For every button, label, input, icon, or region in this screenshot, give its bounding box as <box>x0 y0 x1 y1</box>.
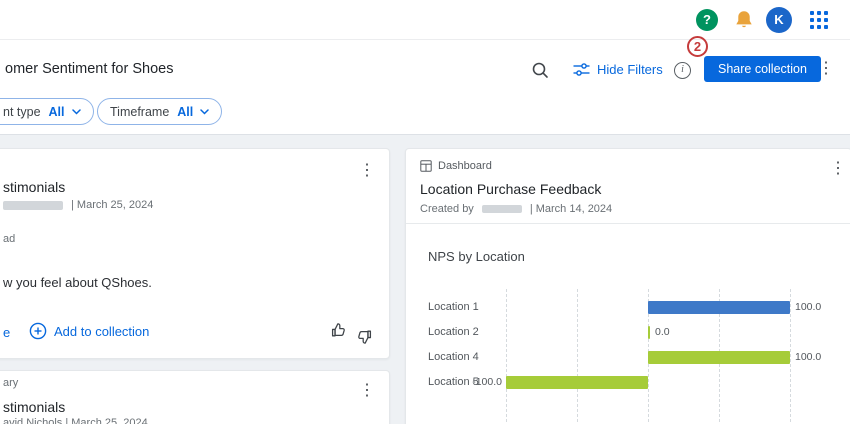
app-window: ? K omer Sentiment for Shoes Hide Filter… <box>0 0 850 424</box>
chart-value-label: 0.0 <box>655 320 670 345</box>
chart-bar <box>506 376 648 389</box>
redacted-author <box>3 201 63 210</box>
chart-gridline <box>790 289 791 424</box>
share-collection-button[interactable]: Share collection <box>704 56 821 82</box>
card-menu-icon[interactable]: ⋮ <box>359 383 375 399</box>
chart-category-label: Location 2 <box>428 320 479 345</box>
chevron-down-icon <box>72 109 81 115</box>
chart-gridline <box>577 289 578 424</box>
dashboard-card[interactable]: Dashboard ⋮ Location Purchase Feedback C… <box>405 148 850 424</box>
search-icon[interactable] <box>531 61 549 79</box>
card-meta-fragment: ad <box>3 233 15 245</box>
thumbs-down-icon[interactable] <box>355 323 372 345</box>
header-overflow-menu-icon[interactable]: ⋮ <box>818 61 834 77</box>
chevron-down-icon <box>200 109 209 115</box>
info-icon[interactable]: i <box>674 62 691 79</box>
filter-sliders-icon <box>573 62 590 77</box>
chart-bar <box>648 301 790 314</box>
filter-chip-timeframe[interactable]: Timeframe All <box>97 98 222 125</box>
chart-gridline <box>506 289 507 424</box>
add-to-collection-button[interactable]: Add to collection <box>29 322 149 340</box>
chart-category-label: Location 1 <box>428 295 479 320</box>
filter-chip-label: nt type <box>3 105 41 119</box>
filter-chip-label: Timeframe <box>110 105 169 119</box>
global-top-bar <box>0 0 850 40</box>
card-title: stimonials <box>3 179 65 195</box>
card-type-label: ary <box>3 377 18 389</box>
testimonial-card-2[interactable]: ary ⋮ stimonials avid Nichols | March 25… <box>0 370 390 424</box>
card-link[interactable]: e <box>3 325 10 340</box>
chart-title: NPS by Location <box>428 249 525 264</box>
chart-bar <box>648 351 790 364</box>
filter-chip-document-type[interactable]: nt type All <box>0 98 94 125</box>
hide-filters-label: Hide Filters <box>597 62 663 77</box>
chart-value-label: 100.0 <box>795 345 821 370</box>
page-title: omer Sentiment for Shoes <box>5 61 173 77</box>
filter-chip-value: All <box>49 105 65 119</box>
annotation-step-badge: 2 <box>687 36 708 57</box>
card-title: stimonials <box>3 399 65 415</box>
card-body-text: w you feel about QShoes. <box>3 275 152 290</box>
filter-chip-value: All <box>177 105 193 119</box>
notifications-bell-icon[interactable] <box>733 9 755 31</box>
chart-value-label: -100.0 <box>472 370 502 395</box>
add-to-collection-label: Add to collection <box>54 324 149 339</box>
chart-bar <box>648 326 650 339</box>
user-avatar[interactable]: K <box>766 7 792 33</box>
card-byline: avid Nichols | March 25, 2024 <box>3 417 148 424</box>
chart-category-label: Location 4 <box>428 345 479 370</box>
apps-grid-icon[interactable] <box>810 11 829 30</box>
help-icon[interactable]: ? <box>696 9 718 31</box>
hide-filters-button[interactable]: Hide Filters <box>573 62 663 77</box>
card-menu-icon[interactable]: ⋮ <box>359 163 375 179</box>
thumbs-up-icon[interactable] <box>331 322 348 344</box>
plus-circle-icon <box>29 322 47 340</box>
bell-icon <box>733 9 755 31</box>
chart-value-label: 100.0 <box>795 295 821 320</box>
testimonial-card[interactable]: ⋮ stimonials | March 25, 2024 ad w you f… <box>0 148 390 359</box>
card-date: | March 25, 2024 <box>71 199 153 211</box>
chart-category-label: Location 5 <box>428 370 479 395</box>
nps-bar-chart: NPS by Location Location 1 100.0 Location … <box>406 149 850 424</box>
